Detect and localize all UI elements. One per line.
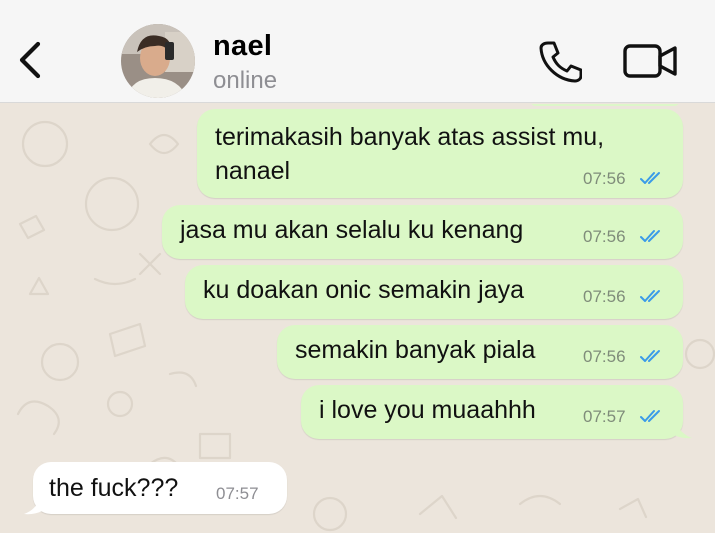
video-call-button[interactable] <box>622 42 678 80</box>
read-receipt-icon <box>640 172 660 184</box>
message-time: 07:57 <box>216 484 259 503</box>
message-time: 07:57 <box>583 407 626 426</box>
previous-message-edge <box>530 104 680 106</box>
video-camera-icon <box>623 44 677 78</box>
message-time: 07:56 <box>583 227 626 246</box>
contact-name[interactable]: nael <box>213 30 272 63</box>
outgoing-message[interactable]: i love you muaahhh 07:57 <box>301 385 683 439</box>
read-receipt-icon <box>640 290 660 302</box>
back-button[interactable] <box>14 38 48 82</box>
message-time: 07:56 <box>583 287 626 306</box>
outgoing-message[interactable]: terimakasih banyak atas assist mu, nanae… <box>197 109 683 198</box>
read-receipt-icon <box>640 230 660 242</box>
outgoing-message[interactable]: semakin banyak piala 07:56 <box>277 325 683 379</box>
message-text-line: terimakasih banyak atas assist mu, <box>215 123 605 151</box>
phone-icon <box>539 41 583 83</box>
message-text-line: semakin banyak piala <box>295 336 536 364</box>
message-text-line: ku doakan onic semakin jaya <box>203 276 525 304</box>
message-time: 07:56 <box>583 169 626 188</box>
chat-message-area[interactable]: terimakasih banyak atas assist mu, nanae… <box>0 104 715 533</box>
message-text-line: the fuck??? <box>49 474 179 502</box>
outgoing-message[interactable]: ku doakan onic semakin jaya 07:56 <box>185 265 683 319</box>
message-text-line: nanael <box>215 157 291 185</box>
bubble-tail <box>24 493 42 515</box>
message-text-line: jasa mu akan selalu ku kenang <box>180 216 524 244</box>
chat-header: nael online <box>0 0 715 103</box>
voice-call-button[interactable] <box>536 38 583 84</box>
chevron-left-icon <box>19 41 41 79</box>
read-receipt-icon <box>640 350 660 362</box>
incoming-message[interactable]: the fuck??? 07:57 <box>33 462 287 514</box>
message-time: 07:56 <box>583 347 626 366</box>
outgoing-message[interactable]: jasa mu akan selalu ku kenang 07:56 <box>162 205 683 259</box>
message-text-line: i love you muaahhh <box>319 396 536 424</box>
avatar[interactable] <box>121 24 195 98</box>
read-receipt-icon <box>640 410 660 422</box>
bubble-tail <box>674 417 692 439</box>
contact-status: online <box>213 67 278 94</box>
